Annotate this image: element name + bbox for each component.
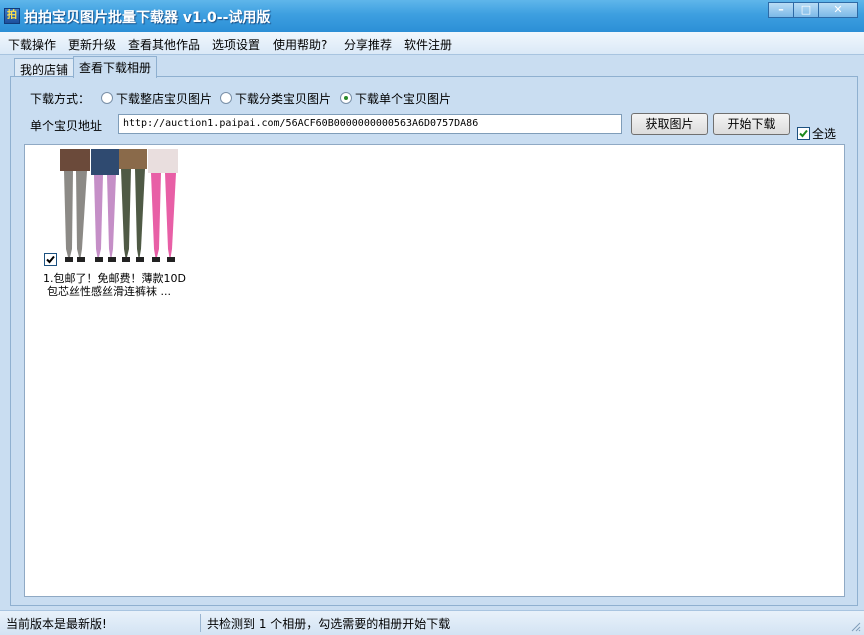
app-icon: 拍 [4,8,20,24]
radio-whole-store[interactable] [101,92,113,104]
start-download-button[interactable]: 开始下载 [713,113,790,135]
select-all-checkbox[interactable] [797,127,810,140]
menu-bar: 下载操作 更新升级 查看其他作品 选项设置 使用帮助? 分享推荐 软件注册 [0,32,864,55]
radio-single-item[interactable] [340,92,352,104]
radio-whole-store-label[interactable]: 下载整店宝贝图片 [116,90,212,107]
tab-my-store[interactable]: 我的店铺 [14,58,75,77]
get-images-button[interactable]: 获取图片 [631,113,708,135]
menu-share[interactable]: 分享推荐 [344,36,392,53]
radio-category[interactable] [220,92,232,104]
item-url-input[interactable]: http://auction1.paipai.com/56ACF60B00000… [118,114,622,134]
status-version: 当前版本是最新版! [6,617,107,631]
resize-grip-icon[interactable] [851,622,861,632]
album-caption-line1: 1.包邮了！免邮费！薄款10D [43,272,186,285]
status-message: 共检测到 1 个相册，勾选需要的相册开始下载 [207,617,451,631]
url-label: 单个宝贝地址 [30,119,103,133]
menu-other-works[interactable]: 查看其他作品 [128,36,200,53]
download-mode-label: 下载方式： [30,92,91,106]
title-bar[interactable]: 拍 拍拍宝贝图片批量下载器 v1.0--试用版 – □ ✕ [0,0,864,33]
status-bar: 当前版本是最新版! 共检测到 1 个相册，勾选需要的相册开始下载 [0,610,864,635]
stockings-image [60,149,178,262]
window-controls: – □ ✕ [768,2,858,18]
album-gallery[interactable]: 1.包邮了！免邮费！薄款10D 包芯丝性感丝滑连裤袜 ... [24,144,845,597]
status-divider [200,614,201,632]
select-all-label[interactable]: 全选 [812,125,836,142]
menu-options[interactable]: 选项设置 [212,36,260,53]
radio-single-item-label[interactable]: 下载单个宝贝图片 [355,90,451,107]
check-icon [46,255,55,264]
window-title: 拍拍宝贝图片批量下载器 v1.0--试用版 [24,10,271,26]
check-icon [799,129,808,138]
menu-help[interactable]: 使用帮助? [273,36,327,53]
menu-register[interactable]: 软件注册 [404,36,452,53]
menu-update[interactable]: 更新升级 [68,36,116,53]
album-caption-line2: 包芯丝性感丝滑连裤袜 ... [47,285,171,298]
menu-download-ops[interactable]: 下载操作 [8,36,56,53]
album-caption: 1.包邮了！免邮费！薄款10D 包芯丝性感丝滑连裤袜 ... [43,272,213,298]
album-checkbox[interactable] [44,253,57,266]
tab-view-albums[interactable]: 查看下载相册 [73,56,158,78]
maximize-button[interactable]: □ [793,2,819,18]
radio-category-label[interactable]: 下载分类宝贝图片 [235,90,331,107]
album-thumbnail[interactable] [60,149,179,268]
close-button[interactable]: ✕ [818,2,858,18]
minimize-button[interactable]: – [768,2,794,18]
